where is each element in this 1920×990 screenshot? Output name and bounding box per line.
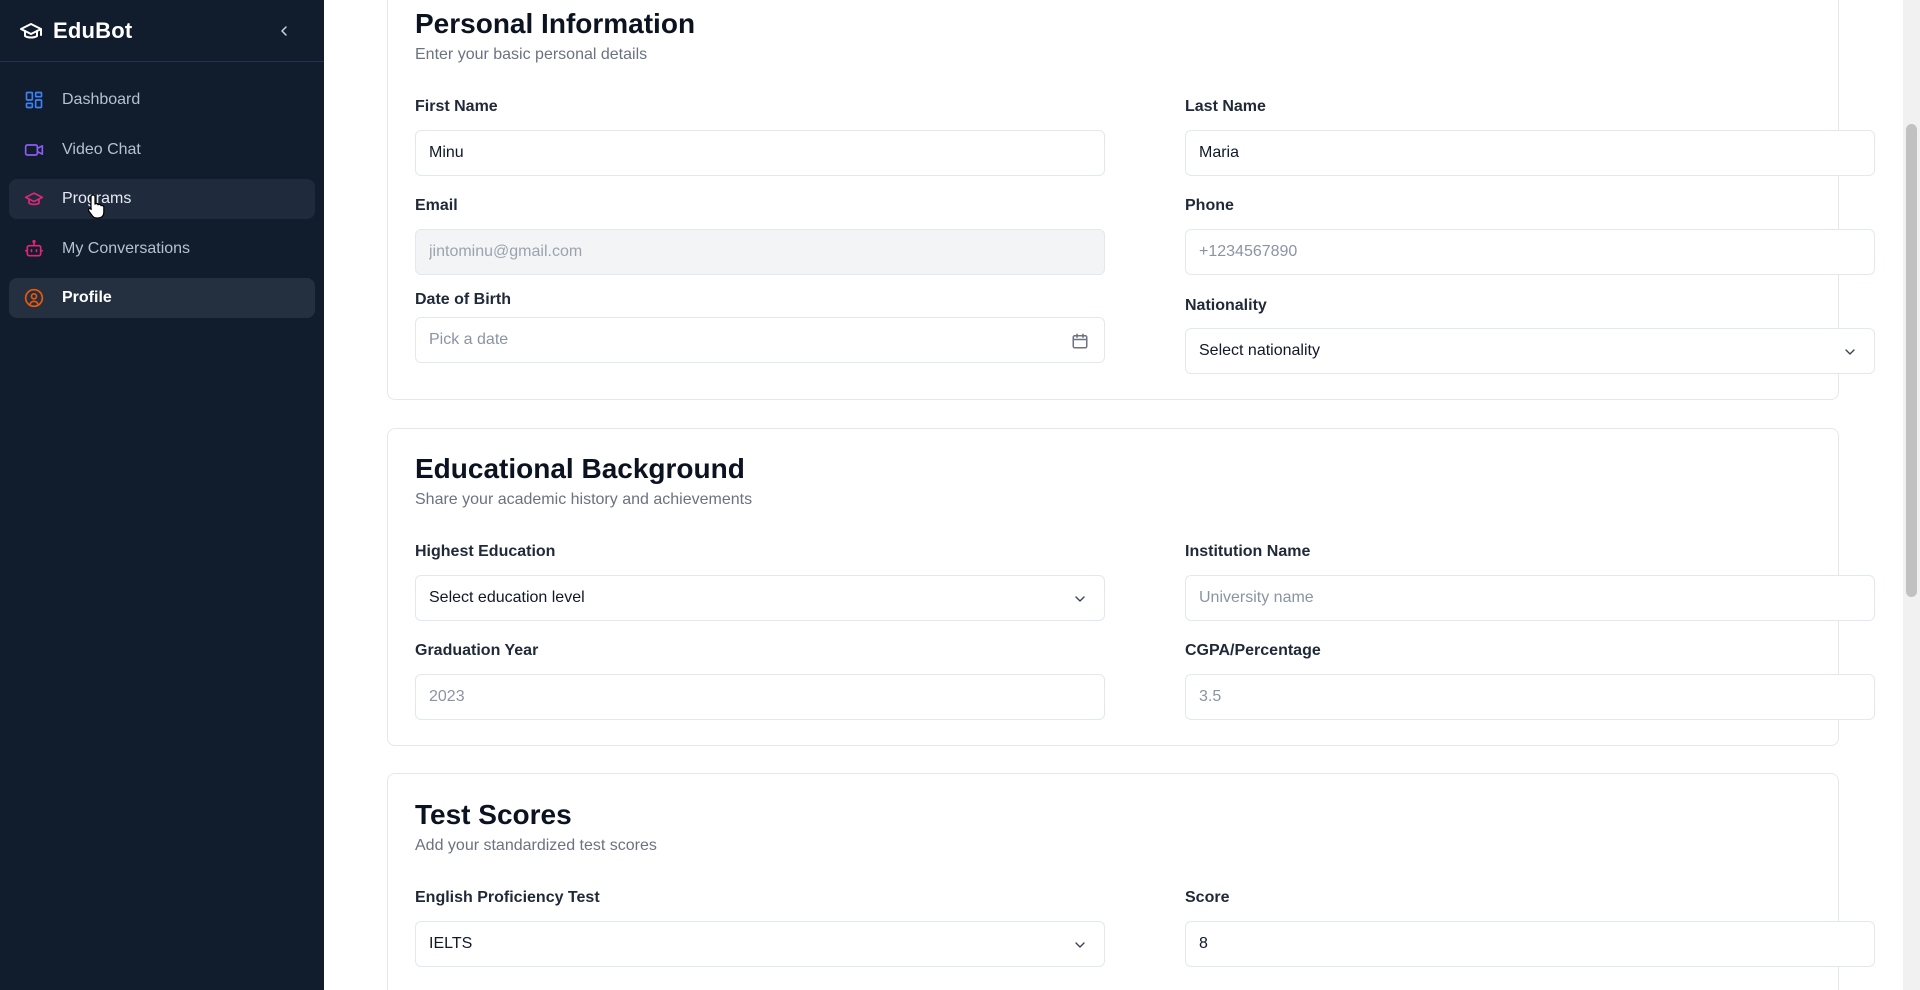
- chevron-down-icon: [1070, 935, 1090, 955]
- phone-label: Phone: [1185, 197, 1234, 214]
- english-test-selected-value: IELTS: [429, 935, 473, 952]
- phone-input[interactable]: [1199, 243, 1861, 261]
- last-name-label: Last Name: [1185, 98, 1266, 115]
- last-name-field[interactable]: [1185, 130, 1875, 176]
- dob-label: Date of Birth: [415, 291, 511, 308]
- graduation-cap-icon: [23, 188, 45, 210]
- first-name-input[interactable]: [429, 144, 1091, 162]
- email-label: Email: [415, 197, 458, 214]
- sidebar-item-label: Profile: [62, 289, 112, 307]
- email-field: [415, 229, 1105, 275]
- scrollbar-thumb[interactable]: [1906, 124, 1917, 597]
- highest-education-label: Highest Education: [415, 543, 556, 560]
- sidebar-item-programs[interactable]: Programs: [9, 179, 315, 220]
- score-field[interactable]: [1185, 921, 1875, 967]
- section-title: Educational Background: [415, 453, 745, 484]
- main-content: Personal Information Enter your basic pe…: [324, 0, 1903, 990]
- chevron-left-icon: [281, 26, 287, 36]
- score-label: Score: [1185, 889, 1230, 906]
- phone-field[interactable]: [1185, 229, 1875, 275]
- sidebar: EduBot Dashboard Video Chat Programs My …: [0, 0, 324, 990]
- institution-name-label: Institution Name: [1185, 543, 1311, 560]
- last-name-input[interactable]: [1199, 144, 1861, 162]
- nationality-selected-value: Select nationality: [1199, 342, 1320, 359]
- first-name-field[interactable]: [415, 130, 1105, 176]
- cgpa-input[interactable]: [1199, 688, 1861, 706]
- section-subtitle: Share your academic history and achievem…: [415, 491, 753, 508]
- institution-name-input[interactable]: [1199, 589, 1861, 607]
- sidebar-item-label: Video Chat: [62, 140, 141, 158]
- nationality-select[interactable]: Select nationality: [1185, 328, 1875, 374]
- chevron-down-icon: [1840, 342, 1860, 362]
- sidebar-item-video-chat[interactable]: Video Chat: [9, 130, 315, 170]
- test-scores-card: Test Scores Add your standardized test s…: [387, 773, 1875, 990]
- app-name: EduBot: [53, 17, 133, 43]
- sidebar-item-dashboard[interactable]: Dashboard: [9, 80, 315, 120]
- first-name-label: First Name: [415, 98, 498, 115]
- sidebar-item-my-conversations[interactable]: My Conversations: [9, 229, 315, 269]
- dob-placeholder: Pick a date: [429, 331, 509, 348]
- dashboard-icon: [23, 89, 45, 111]
- highest-education-selected-value: Select education level: [429, 589, 585, 606]
- user-circle-icon: [23, 287, 45, 309]
- section-subtitle: Add your standardized test scores: [415, 837, 657, 854]
- section-title: Personal Information: [415, 8, 696, 39]
- sidebar-item-profile[interactable]: Profile: [9, 278, 315, 319]
- calendar-icon: [1070, 331, 1090, 351]
- sidebar-nav: Dashboard Video Chat Programs My Convers…: [0, 62, 324, 319]
- score-input[interactable]: [1199, 935, 1861, 953]
- section-title: Test Scores: [415, 799, 572, 830]
- highest-education-select[interactable]: Select education level: [415, 575, 1105, 621]
- section-subtitle: Enter your basic personal details: [415, 46, 648, 63]
- brand-header: EduBot: [0, 0, 324, 62]
- sidebar-item-label: Dashboard: [62, 91, 141, 108]
- graduation-year-field[interactable]: [415, 674, 1105, 720]
- graduation-cap-logo-icon: [19, 19, 43, 43]
- graduation-year-label: Graduation Year: [415, 642, 539, 659]
- sidebar-item-label: My Conversations: [62, 239, 191, 257]
- hand-pointer-cursor-icon: [87, 193, 107, 219]
- nationality-label: Nationality: [1185, 297, 1267, 314]
- personal-information-card: Personal Information Enter your basic pe…: [387, 0, 1875, 400]
- educational-background-card: Educational Background Share your academ…: [387, 428, 1875, 746]
- page-scrollbar[interactable]: [1903, 0, 1920, 990]
- cgpa-label: CGPA/Percentage: [1185, 642, 1321, 659]
- email-input: [429, 243, 1091, 261]
- cgpa-field[interactable]: [1185, 674, 1875, 720]
- chevron-down-icon: [1070, 589, 1090, 609]
- english-test-label: English Proficiency Test: [415, 889, 600, 906]
- bot-icon: [23, 238, 45, 260]
- date-of-birth-picker[interactable]: Pick a date: [415, 317, 1105, 363]
- english-test-select[interactable]: IELTS: [415, 921, 1105, 967]
- collapse-sidebar-button[interactable]: [274, 21, 294, 41]
- graduation-year-input[interactable]: [429, 688, 1091, 706]
- institution-name-field[interactable]: [1185, 575, 1875, 621]
- video-icon: [23, 139, 45, 161]
